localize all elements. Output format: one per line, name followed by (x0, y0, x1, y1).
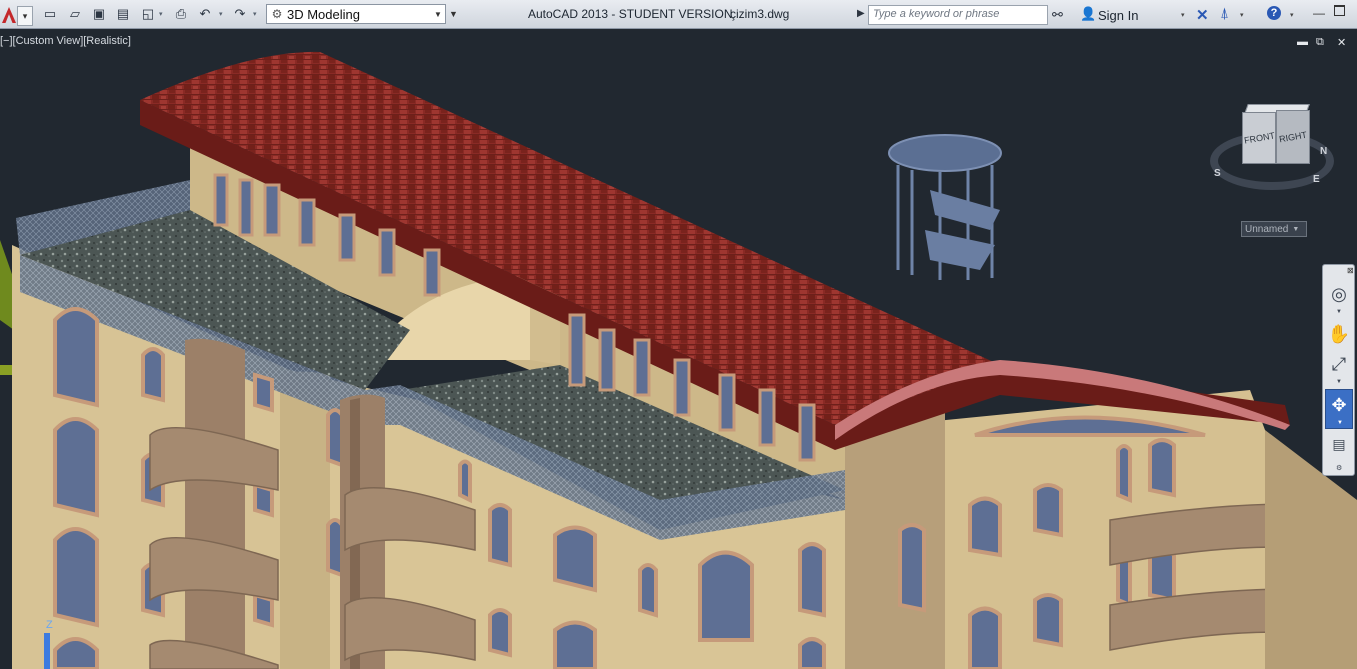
file-name: çizim3.dwg (730, 7, 790, 21)
zoom-extents-icon[interactable]: ⤢ (1326, 351, 1352, 377)
chevron-down-icon[interactable]: ▼ (431, 10, 445, 19)
viewport-close-button[interactable]: ✕ (1337, 36, 1346, 49)
navigation-bar: ⊠ ◎ ▼ ✋ ⤢ ▼ ✥ ▼ ▤ ⚙ (1322, 264, 1355, 476)
search-input[interactable]: Type a keyword or phrase (868, 5, 1048, 25)
gear-icon: ⚙ (271, 7, 283, 21)
orbit-icon: ✥ (1331, 394, 1347, 415)
save-as-icon[interactable]: ▤ (115, 6, 131, 22)
printer-icon[interactable]: ⎙ (173, 6, 189, 22)
chevron-down-icon[interactable]: ▼ (1337, 420, 1343, 426)
chevron-down-icon[interactable]: ▾ (1181, 11, 1185, 19)
chevron-down-icon[interactable]: ▾ (1240, 11, 1244, 19)
ucs-z-label: Z (46, 619, 53, 631)
viewport-minimize-button[interactable]: ▬ (1297, 36, 1308, 48)
cube-right-label: RIGHT (1278, 129, 1308, 145)
hand-pan-icon[interactable]: ✋ (1326, 321, 1352, 347)
title-bar: ▾ ▭ ▱ ▣ ▤ ◱ ▾ ⎙ ↶ ▾ ↷ ▾ ⚙ 3D Modeling ▼ … (0, 0, 1357, 29)
expand-search-icon[interactable]: ▶ (857, 8, 865, 19)
cube-right-face[interactable]: RIGHT (1276, 110, 1310, 164)
chevron-down-icon[interactable]: ▾ (219, 10, 226, 18)
chevron-down-icon[interactable]: ▼ (1336, 379, 1342, 385)
viewport-restore-button[interactable]: ⧉ (1316, 36, 1324, 49)
workspace-label: 3D Modeling (287, 6, 360, 22)
redo-icon[interactable]: ↷ (232, 6, 248, 22)
help-icon[interactable]: ? (1267, 6, 1281, 20)
minimize-window-button[interactable]: — (1313, 6, 1325, 20)
showmotion-icon[interactable]: ▤ (1326, 431, 1352, 457)
customize-toolbar-icon[interactable]: ▼ (449, 9, 458, 19)
chevron-down-icon[interactable]: ▾ (159, 10, 166, 18)
undo-icon[interactable]: ↶ (197, 6, 213, 22)
application-menu-button[interactable]: ▾ (0, 2, 34, 26)
chevron-down-icon[interactable]: ▾ (1290, 11, 1294, 19)
ucs-menu-label: Unnamed (1245, 223, 1289, 235)
chevron-down-icon: ▼ (1292, 225, 1300, 233)
compass-south[interactable]: S (1214, 168, 1221, 179)
autodesk-apps-icon[interactable]: ⍋ (1220, 5, 1229, 22)
sign-in-link[interactable]: Sign In (1098, 8, 1138, 23)
ucs-z-axis (44, 633, 50, 669)
drawing-viewport[interactable]: [−][Custom View][Realistic] ▬ ⧉ ✕ S E N … (0, 30, 1357, 669)
autocad-logo-icon (2, 7, 16, 23)
chevron-down-icon[interactable]: ▼ (1336, 309, 1342, 315)
compass-east[interactable]: E (1313, 174, 1320, 185)
navbar-menu-icon[interactable]: ⚙ (1336, 464, 1342, 472)
cube-front-face[interactable]: FRONT (1242, 112, 1276, 164)
ucs-icon: Z (38, 615, 68, 669)
chevron-down-icon[interactable]: ▾ (253, 10, 260, 18)
search-placeholder: Type a keyword or phrase (873, 8, 1000, 20)
cube-front-label: FRONT (1242, 130, 1276, 146)
app-title: AutoCAD 2013 - STUDENT VERSION (528, 7, 733, 21)
open-folder-icon[interactable]: ▱ (67, 6, 83, 22)
binoculars-icon[interactable]: ⚯ (1052, 7, 1063, 23)
user-icon: 👤 (1080, 6, 1097, 21)
close-icon[interactable]: ⊠ (1347, 266, 1354, 275)
plot-preview-icon[interactable]: ◱ (140, 6, 156, 22)
restore-window-button[interactable] (1334, 5, 1345, 16)
viewcube[interactable]: S E N W FRONT RIGHT (1208, 104, 1338, 194)
steering-wheel-icon[interactable]: ◎ (1326, 281, 1352, 307)
chevron-down-icon[interactable]: ▾ (17, 6, 33, 26)
orbit-button[interactable]: ✥ ▼ (1325, 389, 1353, 429)
exchange-icon[interactable]: ✕ (1196, 6, 1209, 24)
compass-north[interactable]: N (1320, 146, 1327, 157)
new-file-icon[interactable]: ▭ (42, 6, 58, 22)
workspace-select[interactable]: ⚙ 3D Modeling ▼ (266, 4, 446, 24)
building-3d-model (0, 51, 1357, 669)
viewport-controls-label[interactable]: [−][Custom View][Realistic] (0, 35, 131, 47)
ucs-menu[interactable]: Unnamed ▼ (1241, 221, 1307, 237)
save-icon[interactable]: ▣ (91, 6, 107, 22)
